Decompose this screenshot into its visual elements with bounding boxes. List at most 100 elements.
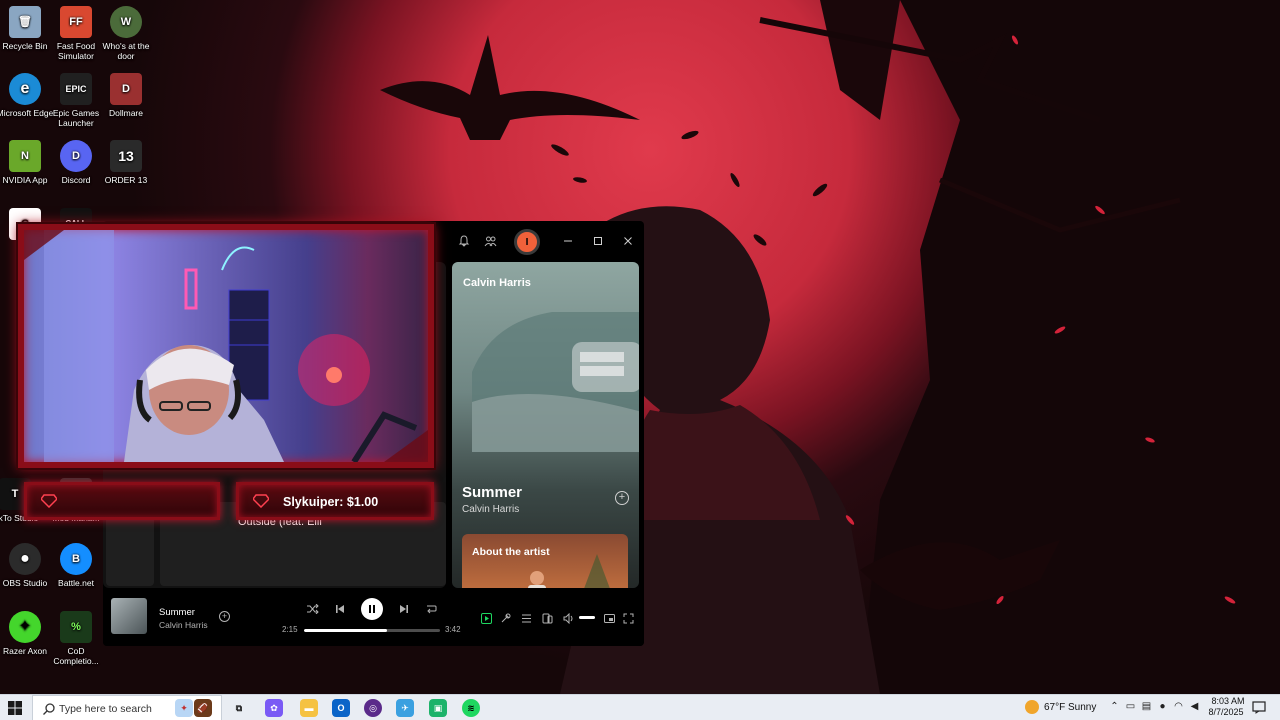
desktop-icon-order-13[interactable]: 13 ORDER 13 (97, 140, 155, 185)
profile-avatar[interactable]: I (514, 229, 540, 255)
close-icon (624, 237, 632, 245)
pause-icon (369, 605, 375, 613)
now-playing-artist[interactable]: Calvin Harris (462, 504, 519, 515)
desktop-icon-label: NVIDIA App (2, 175, 48, 185)
desktop-icon-battle-net[interactable]: B Battle.net (47, 543, 105, 588)
bell-icon[interactable] (454, 231, 474, 251)
order-13-icon: 13 (110, 140, 142, 172)
volume-tray-icon[interactable]: ◀ (1188, 701, 1201, 714)
elapsed-time: 2:15 (282, 625, 298, 634)
windows-start-icon[interactable] (8, 701, 22, 715)
alert-box-left (24, 482, 220, 520)
desktop-icon-label: Battle.net (58, 578, 94, 588)
desktop-icon-label: Microsoft Edge (0, 108, 54, 118)
playback-bar: Summer Calvin Harris + 2:15 3:42 (103, 591, 644, 646)
desktop-icon-label: Razer Axon (3, 646, 47, 656)
repeat-button[interactable] (422, 600, 440, 618)
pause-button[interactable] (361, 598, 383, 620)
desktop-icon-obs-studio[interactable]: ● OBS Studio (0, 543, 54, 588)
dollmare-icon: D (110, 73, 142, 105)
mute-button[interactable] (561, 611, 575, 625)
previous-button[interactable] (331, 600, 349, 618)
webcam-overlay (18, 224, 434, 468)
microphone-tray-icon[interactable]: ● (1156, 701, 1169, 714)
webcam-feed (24, 230, 428, 462)
desktop-icon-label: OBS Studio (2, 578, 48, 588)
taskbar-search-highlight-icon[interactable]: ✦ (175, 699, 193, 717)
maximize-button[interactable] (588, 231, 608, 251)
friends-activity-icon[interactable] (480, 231, 500, 251)
desktop-icon-label: Who's at the door (102, 41, 150, 61)
lyrics-button[interactable] (498, 611, 512, 625)
fullscreen-button[interactable] (621, 611, 635, 625)
nvidia-icon: N (9, 140, 41, 172)
clock-date[interactable]: 8/7/2025 (1204, 707, 1248, 717)
now-playing-cover[interactable] (111, 598, 147, 634)
shuffle-button[interactable] (304, 600, 322, 618)
desktop-icon-dollmare[interactable]: D Dollmare (97, 73, 155, 118)
spotify-taskbar-icon[interactable]: ≋ (462, 699, 480, 717)
now-playing-artist-header[interactable]: Calvin Harris (463, 277, 531, 289)
microphone-icon (501, 613, 510, 622)
player-track-artist[interactable]: Calvin Harris (159, 620, 208, 630)
epic-games-icon: EPIC (60, 73, 92, 105)
shuffle-icon (307, 604, 319, 614)
about-the-artist-card[interactable]: About the artist (462, 534, 628, 588)
donation-alert: Slykuiper: $1.00 (236, 482, 434, 520)
notification-icon[interactable] (1252, 701, 1266, 714)
razer-axon-icon: ✦ (9, 611, 41, 643)
next-button[interactable] (395, 600, 413, 618)
chevron-up-icon[interactable]: ⌃ (1108, 701, 1121, 714)
track-duration: 3:42 (445, 625, 461, 634)
album-artwork (472, 312, 639, 452)
add-to-library-icon[interactable]: + (615, 491, 629, 505)
donation-alert-text: Slykuiper: $1.00 (283, 495, 379, 509)
volume-icon (563, 612, 572, 624)
fullscreen-icon (623, 613, 633, 623)
player-track-title[interactable]: Summer (159, 607, 195, 618)
copilot-icon[interactable]: ✿ (265, 699, 283, 717)
desktop-icon-microsoft-edge[interactable]: e Microsoft Edge (0, 73, 54, 118)
now-playing-title[interactable]: Summer (462, 484, 522, 501)
player-add-icon[interactable]: + (219, 611, 230, 622)
next-icon (400, 605, 408, 613)
whos-at-the-door-icon: W (110, 6, 142, 38)
diamond-icon (253, 494, 269, 508)
minimize-icon (564, 240, 572, 242)
weather-text[interactable]: 67°F Sunny (1044, 702, 1096, 713)
cod-completionist-icon: % (60, 611, 92, 643)
progress-bar[interactable] (304, 629, 440, 632)
meet-now-icon[interactable]: ▭ (1124, 701, 1137, 714)
search-icon (43, 703, 55, 715)
desktop-icon-whos-at-the-door[interactable]: W Who's at the door (97, 6, 155, 61)
desktop-icon-cod-completionist[interactable]: % CoD Completio... (47, 611, 105, 666)
desktop-icon-label: Recycle Bin (2, 41, 48, 51)
battle-net-icon: B (60, 543, 92, 575)
weather-sunny-icon[interactable] (1025, 700, 1039, 714)
battery-icon[interactable]: ▤ (1140, 701, 1153, 714)
queue-button[interactable] (519, 611, 533, 625)
outlook-icon[interactable]: O (332, 699, 350, 717)
taskbar: Type here to search ✦ 🏈 ⧉ ✿ ▬ O ◎ ✈ ▣ ≋ … (0, 694, 1280, 720)
taskbar-football-icon[interactable]: 🏈 (194, 699, 212, 717)
minimize-button[interactable] (558, 231, 578, 251)
taskbar-app-green-icon[interactable]: ▣ (429, 699, 447, 717)
desktop-icon-razer-axon[interactable]: ✦ Razer Axon (0, 611, 54, 656)
desktop-icon-recycle-bin[interactable]: 🗑 Recycle Bin (0, 6, 54, 51)
search-placeholder: Type here to search (59, 703, 152, 715)
volume-slider[interactable] (579, 616, 595, 619)
task-view-icon[interactable]: ⧉ (230, 699, 248, 717)
close-button[interactable] (618, 231, 638, 251)
file-explorer-icon[interactable]: ▬ (300, 699, 318, 717)
now-playing-view-button[interactable] (479, 611, 493, 625)
taskbar-app-bird-icon[interactable]: ✈ (396, 699, 414, 717)
progress-fill (304, 629, 387, 632)
wifi-icon[interactable]: ◠ (1172, 701, 1185, 714)
repeat-icon (427, 605, 437, 614)
taskbar-app-circle-icon[interactable]: ◎ (364, 699, 382, 717)
connect-device-button[interactable] (540, 611, 554, 625)
desktop-icon-nvidia-app[interactable]: N NVIDIA App (0, 140, 54, 185)
obs-icon: ● (9, 543, 41, 575)
mini-player-button[interactable] (602, 611, 616, 625)
clock-time[interactable]: 8:03 AM (1208, 696, 1248, 706)
